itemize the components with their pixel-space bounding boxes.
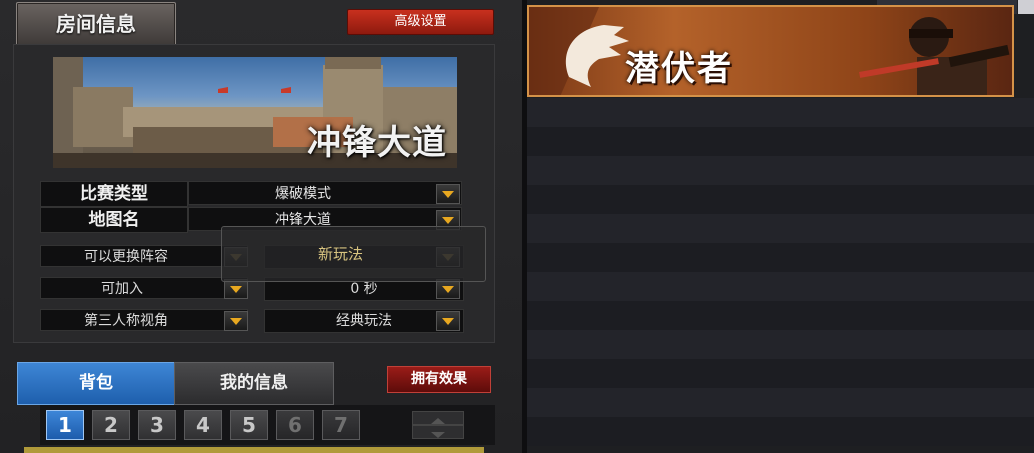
slot-7-button[interactable]: 7 bbox=[322, 410, 360, 440]
play-style-select[interactable]: 经典玩法 bbox=[264, 309, 464, 333]
match-type-dropdown-icon[interactable] bbox=[436, 184, 460, 204]
view-mode-select[interactable]: 第三人称视角 bbox=[40, 309, 248, 331]
player-slot[interactable] bbox=[527, 243, 1034, 272]
top-bar-button[interactable] bbox=[1018, 0, 1034, 14]
view-mode-dropdown-icon[interactable] bbox=[224, 311, 248, 331]
slot-4-button[interactable]: 4 bbox=[184, 410, 222, 440]
player-slot[interactable] bbox=[527, 127, 1034, 156]
scroll-up-button[interactable] bbox=[412, 411, 464, 425]
player-slot[interactable] bbox=[527, 301, 1034, 330]
tooltip-text: 新玩法 bbox=[318, 245, 364, 263]
room-info-tab[interactable]: 房间信息 bbox=[16, 2, 176, 46]
slot-2-button[interactable]: 2 bbox=[92, 410, 130, 440]
player-slot[interactable] bbox=[527, 330, 1034, 359]
slot-5-button[interactable]: 5 bbox=[230, 410, 268, 440]
player-slot[interactable] bbox=[527, 98, 1034, 127]
owned-effects-button[interactable]: 拥有效果 bbox=[387, 366, 491, 393]
play-style-dropdown-icon[interactable] bbox=[436, 311, 460, 331]
join-mode-select[interactable]: 可加入 bbox=[40, 277, 248, 299]
player-slot[interactable] bbox=[527, 388, 1034, 417]
slot-6-button[interactable]: 6 bbox=[276, 410, 314, 440]
banner-art bbox=[529, 7, 1010, 95]
advanced-settings-button[interactable]: 高级设置 bbox=[347, 9, 494, 35]
player-slot[interactable] bbox=[527, 359, 1034, 388]
map-name-label: 地图名 bbox=[40, 207, 188, 233]
join-mode-dropdown-icon[interactable] bbox=[224, 279, 248, 299]
player-slot[interactable] bbox=[527, 185, 1034, 214]
player-slot[interactable] bbox=[527, 272, 1034, 301]
inventory-strip bbox=[24, 447, 484, 453]
player-slot[interactable] bbox=[527, 417, 1034, 446]
slot-3-button[interactable]: 3 bbox=[138, 410, 176, 440]
slot-1-button[interactable]: 1 bbox=[46, 410, 84, 440]
map-preview: 冲锋大道 bbox=[53, 57, 457, 168]
tab-my-info[interactable]: 我的信息 bbox=[174, 362, 334, 405]
team-change-select[interactable]: 可以更换阵容 bbox=[40, 245, 248, 267]
team-banner: 潜伏者 bbox=[527, 5, 1014, 97]
chevron-down-icon bbox=[431, 432, 445, 438]
room-info-title: 房间信息 bbox=[56, 12, 136, 36]
tab-bag[interactable]: 背包 bbox=[17, 362, 175, 405]
match-type-select[interactable]: 爆破模式 bbox=[188, 181, 462, 205]
respawn-time-dropdown-icon[interactable] bbox=[436, 279, 460, 299]
match-type-label: 比赛类型 bbox=[40, 181, 188, 207]
player-slot[interactable] bbox=[527, 156, 1034, 185]
tooltip-popup: 新玩法 bbox=[221, 226, 486, 282]
map-preview-name: 冲锋大道 bbox=[307, 123, 447, 163]
player-slot[interactable] bbox=[527, 214, 1034, 243]
team-name: 潜伏者 bbox=[625, 49, 733, 89]
scroll-down-button[interactable] bbox=[412, 425, 464, 439]
